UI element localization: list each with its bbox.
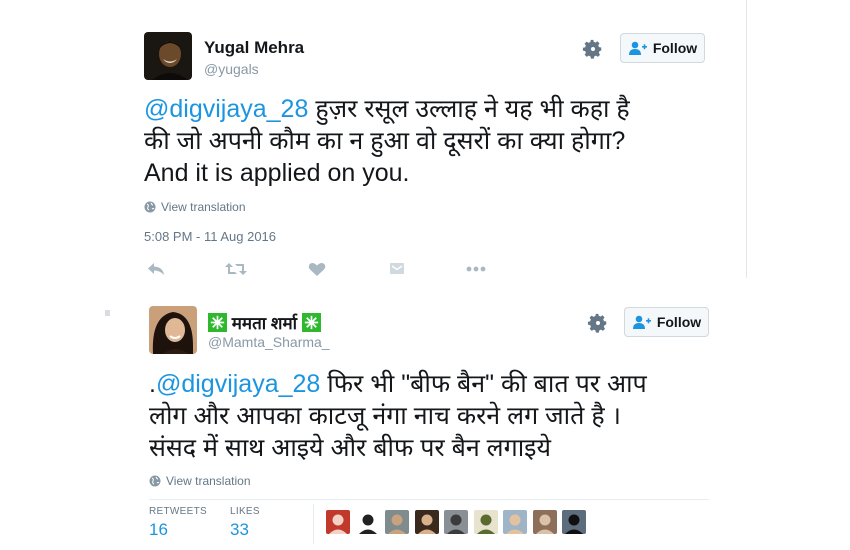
display-name[interactable]: ममता शर्मा	[208, 311, 321, 334]
tweet-text: .@digvijaya_28 फिर भी "बीफ बैन" की बात प…	[149, 368, 647, 464]
tweet-text-line3: And it is applied on you.	[144, 159, 410, 187]
tweet-text-line2: की जो अपनी कौम का न हुआ वो दूसरों का क्य…	[144, 127, 626, 155]
add-user-icon	[632, 315, 651, 329]
sparkle-icon	[208, 313, 227, 332]
follow-label: Follow	[656, 314, 702, 330]
avatar-5[interactable]	[444, 510, 468, 534]
globe-icon	[149, 475, 161, 487]
tweet-text-line2: लोग और आपका काटजू नंगा नाच करने लग जाते …	[149, 402, 622, 430]
view-translation-link[interactable]: View translation	[144, 200, 246, 214]
user-handle[interactable]: @yugals	[204, 61, 259, 77]
avatar-9[interactable]	[562, 510, 586, 534]
avatar-6[interactable]	[473, 510, 498, 534]
user-handle[interactable]: @Mamta_Sharma_	[208, 334, 330, 350]
dm-icon[interactable]	[387, 261, 407, 277]
tweet-text-line1: हुज़र रसूल उल्लाह ने यह भी कहा है	[308, 95, 630, 123]
avatar[interactable]	[149, 306, 197, 354]
avatar-7[interactable]	[503, 510, 527, 534]
follow-button[interactable]: Follow	[620, 33, 705, 63]
avatar[interactable]	[144, 32, 192, 80]
add-user-icon	[628, 41, 647, 55]
retweets-label: RETWEETS	[149, 506, 207, 517]
follow-label: Follow	[652, 40, 698, 56]
retweet-icon[interactable]	[225, 261, 247, 277]
display-name[interactable]: Yugal Mehra	[204, 38, 304, 58]
avatar-4[interactable]	[414, 510, 439, 534]
display-name-text: ममता शर्मा	[231, 314, 298, 333]
tweet-text-prefix: .	[149, 370, 156, 398]
stats-divider	[149, 499, 709, 500]
mention-link[interactable]: @digvijaya_28	[144, 95, 308, 123]
tweet-text-line1: फिर भी "बीफ बैन" की बात पर आप	[320, 370, 647, 398]
like-icon[interactable]	[307, 261, 327, 277]
follow-button[interactable]: Follow	[624, 307, 709, 337]
more-icon[interactable]	[465, 261, 487, 277]
tweet-text: @digvijaya_28 हुज़र रसूल उल्लाह ने यह भी…	[144, 93, 630, 189]
avatar-2[interactable]	[355, 510, 380, 534]
avatar-8[interactable]	[532, 510, 557, 534]
retweets-count[interactable]: 16	[149, 520, 168, 540]
likes-label: LIKES	[230, 506, 260, 517]
reply-icon[interactable]	[146, 261, 166, 277]
globe-icon	[144, 201, 156, 213]
tweet-timestamp[interactable]: 5:08 PM - 11 Aug 2016	[144, 229, 276, 244]
mention-link[interactable]: @digvijaya_28	[156, 370, 320, 398]
gear-icon[interactable]	[582, 38, 604, 60]
tweet-card-yugal: Yugal Mehra @yugals Follow @digvijaya_28…	[106, 0, 747, 278]
likes-count[interactable]: 33	[230, 520, 249, 540]
stats-separator	[313, 504, 314, 544]
view-translation-label: View translation	[161, 200, 246, 214]
view-translation-label: View translation	[166, 474, 251, 488]
tweet-card-mamta: ममता शर्मा @Mamta_Sharma_ Follow .@digvi…	[110, 290, 725, 550]
view-translation-link[interactable]: View translation	[149, 474, 251, 488]
avatar-3[interactable]	[385, 510, 409, 534]
gear-icon[interactable]	[587, 312, 609, 334]
sparkle-icon	[301, 313, 321, 332]
avatar-1[interactable]	[326, 510, 350, 534]
tweet-text-line3: संसद में साथ आइये और बीफ पर बैन लगाइये	[149, 434, 551, 462]
